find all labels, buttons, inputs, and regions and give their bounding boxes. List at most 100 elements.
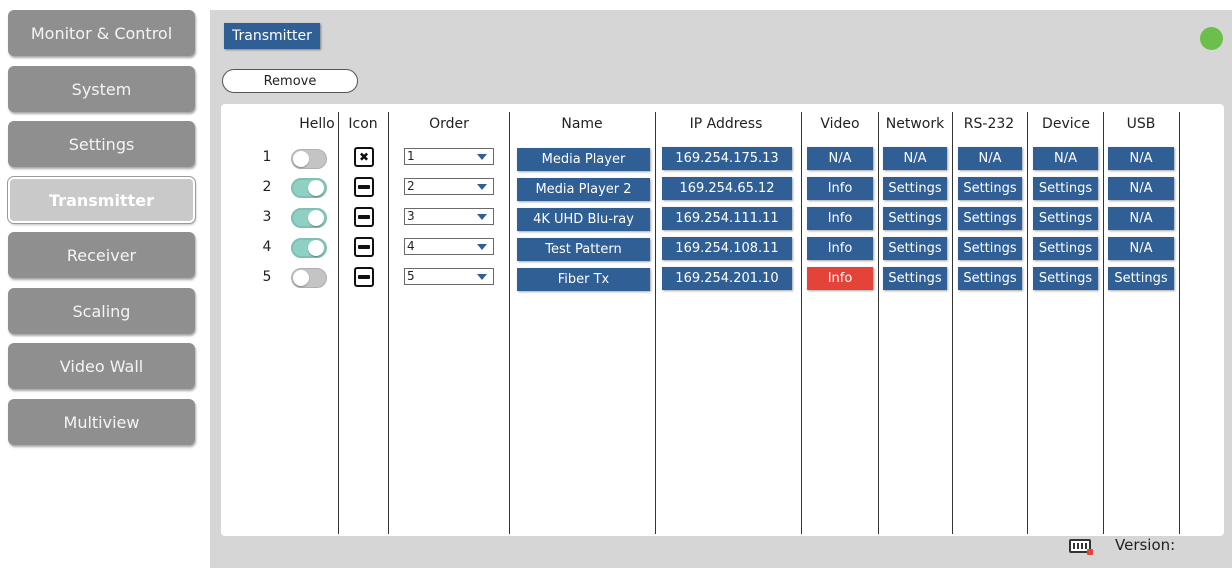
rs232-button[interactable]: Settings bbox=[958, 207, 1022, 230]
ip-address-button[interactable]: 169.254.65.12 bbox=[662, 177, 792, 200]
row-number: 1 bbox=[262, 149, 272, 165]
column-divider bbox=[338, 112, 339, 534]
network-button[interactable]: Settings bbox=[883, 207, 947, 230]
order-select[interactable]: 1 bbox=[404, 148, 494, 165]
header-network: Network bbox=[885, 116, 945, 132]
header-video: Video bbox=[820, 116, 860, 132]
network-button[interactable]: N/A bbox=[883, 147, 947, 170]
header-rs232: RS-232 bbox=[963, 116, 1015, 132]
disconnected-icon: ✖ bbox=[354, 147, 374, 167]
header-icon: Icon bbox=[348, 116, 378, 132]
device-icon bbox=[354, 177, 374, 197]
column-divider bbox=[1179, 112, 1180, 534]
column-divider bbox=[952, 112, 953, 534]
device-button[interactable]: Settings bbox=[1033, 237, 1098, 260]
video-button[interactable]: Info bbox=[807, 237, 873, 260]
sidebar-item-receiver[interactable]: Receiver bbox=[8, 232, 195, 278]
sidebar-item-label: Video Wall bbox=[59, 356, 144, 376]
video-button[interactable]: Info bbox=[807, 177, 873, 200]
device-button[interactable]: Settings bbox=[1033, 207, 1098, 230]
device-icon bbox=[354, 267, 374, 287]
hello-toggle[interactable] bbox=[291, 268, 327, 288]
column-divider bbox=[509, 112, 510, 534]
hello-toggle[interactable] bbox=[291, 178, 327, 198]
device-button[interactable]: Settings bbox=[1033, 177, 1098, 200]
usb-button[interactable]: Settings bbox=[1108, 267, 1174, 290]
hello-toggle[interactable] bbox=[291, 208, 327, 228]
sidebar-item-transmitter[interactable]: Transmitter bbox=[8, 177, 195, 223]
chevron-down-icon bbox=[477, 274, 487, 280]
chevron-down-icon bbox=[477, 184, 487, 190]
header-hello: Hello bbox=[299, 116, 335, 132]
network-button[interactable]: Settings bbox=[883, 267, 947, 290]
header-usb: USB bbox=[1126, 116, 1156, 132]
usb-button[interactable]: N/A bbox=[1108, 177, 1174, 200]
order-select[interactable]: 2 bbox=[404, 178, 494, 195]
usb-button[interactable]: N/A bbox=[1108, 207, 1174, 230]
ip-address-button[interactable]: 169.254.111.11 bbox=[662, 207, 792, 230]
row-number: 2 bbox=[262, 179, 272, 195]
sidebar-item-label: System bbox=[71, 79, 132, 99]
video-button[interactable]: Info bbox=[807, 207, 873, 230]
chevron-down-icon bbox=[477, 244, 487, 250]
hello-toggle[interactable] bbox=[291, 238, 327, 258]
device-button[interactable]: N/A bbox=[1033, 147, 1098, 170]
device-icon bbox=[354, 207, 374, 227]
sidebar-item-video-wall[interactable]: Video Wall bbox=[8, 343, 195, 389]
status-indicator bbox=[1200, 27, 1223, 50]
version-label: Version: bbox=[1115, 536, 1176, 554]
column-divider bbox=[878, 112, 879, 534]
sidebar-item-label: Settings bbox=[68, 134, 135, 154]
network-button[interactable]: Settings bbox=[883, 237, 947, 260]
rs232-button[interactable]: Settings bbox=[958, 267, 1022, 290]
hello-toggle[interactable] bbox=[291, 149, 327, 169]
sidebar-item-scaling[interactable]: Scaling bbox=[8, 288, 195, 334]
column-divider bbox=[1103, 112, 1104, 534]
usb-button[interactable]: N/A bbox=[1108, 237, 1174, 260]
name-button[interactable]: Media Player bbox=[517, 148, 650, 171]
video-button[interactable]: N/A bbox=[807, 147, 873, 170]
chevron-down-icon bbox=[477, 154, 487, 160]
device-icon bbox=[354, 237, 374, 257]
sidebar-item-label: Multiview bbox=[63, 412, 140, 432]
keyboard-icon[interactable] bbox=[1069, 539, 1093, 555]
order-select[interactable]: 4 bbox=[404, 238, 494, 255]
rs232-button[interactable]: N/A bbox=[958, 147, 1022, 170]
rs232-button[interactable]: Settings bbox=[958, 237, 1022, 260]
page-title: Transmitter bbox=[224, 23, 320, 49]
name-button[interactable]: Test Pattern bbox=[517, 238, 650, 261]
order-select[interactable]: 5 bbox=[404, 268, 494, 285]
sidebar-item-label: Monitor & Control bbox=[30, 23, 173, 43]
chevron-down-icon bbox=[477, 214, 487, 220]
header-device: Device bbox=[1042, 116, 1090, 132]
sidebar-item-settings[interactable]: Settings bbox=[8, 121, 195, 167]
device-button[interactable]: Settings bbox=[1033, 267, 1098, 290]
row-number: 3 bbox=[262, 209, 272, 225]
column-divider bbox=[801, 112, 802, 534]
sidebar-item-label: Receiver bbox=[66, 245, 137, 265]
main-panel: Transmitter Remove Hello Icon Order Name… bbox=[210, 10, 1232, 568]
sidebar-item-label: Scaling bbox=[72, 301, 131, 321]
ip-address-button[interactable]: 169.254.175.13 bbox=[662, 147, 792, 170]
rs232-button[interactable]: Settings bbox=[958, 177, 1022, 200]
sidebar-item-multiview[interactable]: Multiview bbox=[8, 399, 195, 445]
ip-address-button[interactable]: 169.254.201.10 bbox=[662, 267, 792, 290]
name-button[interactable]: 4K UHD Blu-ray bbox=[517, 208, 650, 231]
name-button[interactable]: Media Player 2 bbox=[517, 178, 650, 201]
video-alert-button[interactable]: Info bbox=[807, 267, 873, 290]
name-button[interactable]: Fiber Tx bbox=[517, 268, 650, 291]
order-select[interactable]: 3 bbox=[404, 208, 494, 225]
header-ip-address: IP Address bbox=[689, 116, 763, 132]
row-number: 4 bbox=[262, 239, 272, 255]
sidebar-item-system[interactable]: System bbox=[8, 66, 195, 112]
transmitter-table: Hello Icon Order Name IP Address Video N… bbox=[221, 104, 1224, 536]
usb-button[interactable]: N/A bbox=[1108, 147, 1174, 170]
remove-button[interactable]: Remove bbox=[222, 69, 358, 93]
column-divider bbox=[655, 112, 656, 534]
ip-address-button[interactable]: 169.254.108.11 bbox=[662, 237, 792, 260]
sidebar-item-label: Transmitter bbox=[49, 190, 154, 210]
sidebar-item-monitor-control[interactable]: Monitor & Control bbox=[8, 10, 195, 56]
network-button[interactable]: Settings bbox=[883, 177, 947, 200]
column-divider bbox=[388, 112, 389, 534]
header-order: Order bbox=[429, 116, 469, 132]
